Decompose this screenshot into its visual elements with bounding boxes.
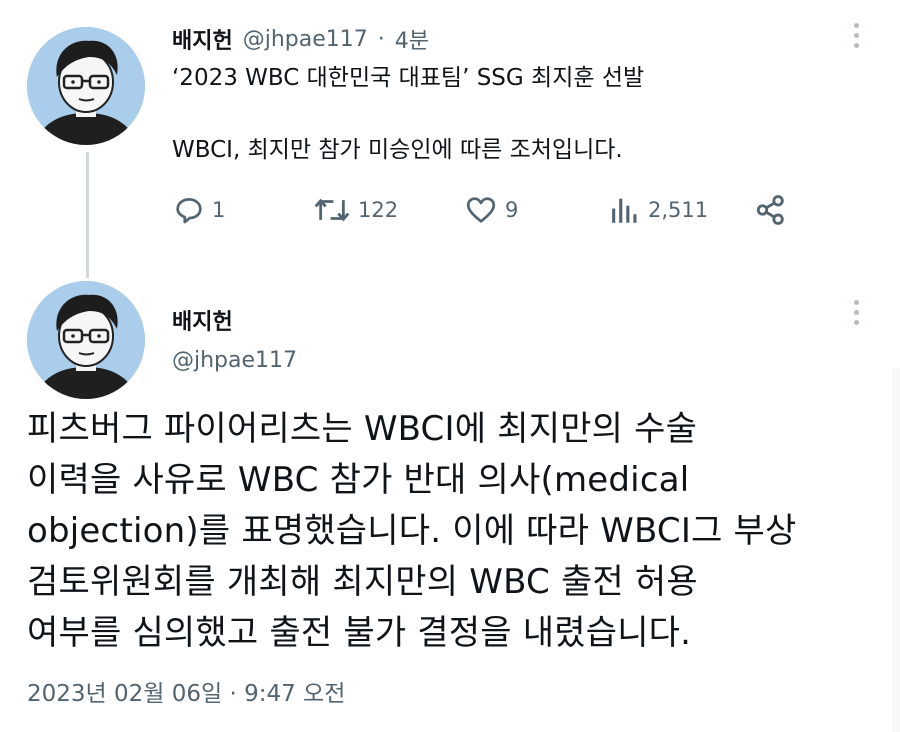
views-count: 2,511: [648, 198, 709, 222]
like-button[interactable]: 9: [463, 193, 518, 227]
tweet-text-line1: ‘2023 WBC 대한민국 대표팀’ SSG 최지훈 선발: [172, 65, 645, 91]
author-handle[interactable]: @jhpae117: [172, 348, 297, 373]
tweet-timestamp[interactable]: 2023년 02월 06일 · 9:47 오전: [27, 674, 345, 708]
avatar[interactable]: [27, 281, 145, 399]
thread-line: [86, 152, 89, 278]
reply-button[interactable]: 1: [172, 193, 225, 227]
author-handle[interactable]: @jhpae117: [243, 27, 368, 52]
tweet-body-line: 이력을 사유로 WBC 참가 반대 의사(medical: [27, 460, 690, 500]
tweet-body-line: 여부를 심의했고 출전 불가 결정을 내렸습니다.: [27, 613, 692, 653]
reply-icon: [176, 198, 202, 224]
avatar[interactable]: [27, 27, 145, 145]
tweet-body-line: 피츠버그 파이어리츠는 WBCI에 최지만의 수술: [27, 409, 698, 449]
share-icon: [756, 195, 784, 225]
retweet-icon: [314, 198, 350, 222]
tweet-text-line2: WBCI, 최지만 참가 미승인에 따른 조처입니다.: [172, 137, 623, 163]
retweet-button[interactable]: 122: [312, 193, 398, 227]
heart-icon: [466, 197, 496, 223]
tweet-body-line: 검토위원회를 개최해 최지만의 WBC 출전 허용: [27, 562, 698, 602]
author-name[interactable]: 배지헌: [172, 23, 233, 55]
separator: ·: [377, 26, 385, 52]
share-button[interactable]: [754, 193, 788, 227]
retweet-count: 122: [358, 198, 399, 222]
author-name[interactable]: 배지헌: [172, 304, 233, 336]
tweet-time[interactable]: 4분: [395, 23, 429, 55]
reply-count: 1: [212, 198, 226, 222]
views-icon: [612, 198, 637, 223]
like-count: 9: [505, 198, 519, 222]
tweet-body-line: objection)를 표명했습니다. 이에 따라 WBCI그 부상: [27, 511, 797, 551]
tweet-body: 피츠버그 파이어리츠는 WBCI에 최지만의 수술 이력을 사유로 WBC 참가…: [27, 404, 797, 659]
tweet1-header: 배지헌 @jhpae117 · 4분: [172, 23, 429, 55]
more-icon[interactable]: [851, 23, 861, 48]
more-icon[interactable]: [851, 300, 861, 325]
views-button[interactable]: 2,511: [608, 193, 708, 227]
scrollbar-track[interactable]: [892, 368, 900, 732]
